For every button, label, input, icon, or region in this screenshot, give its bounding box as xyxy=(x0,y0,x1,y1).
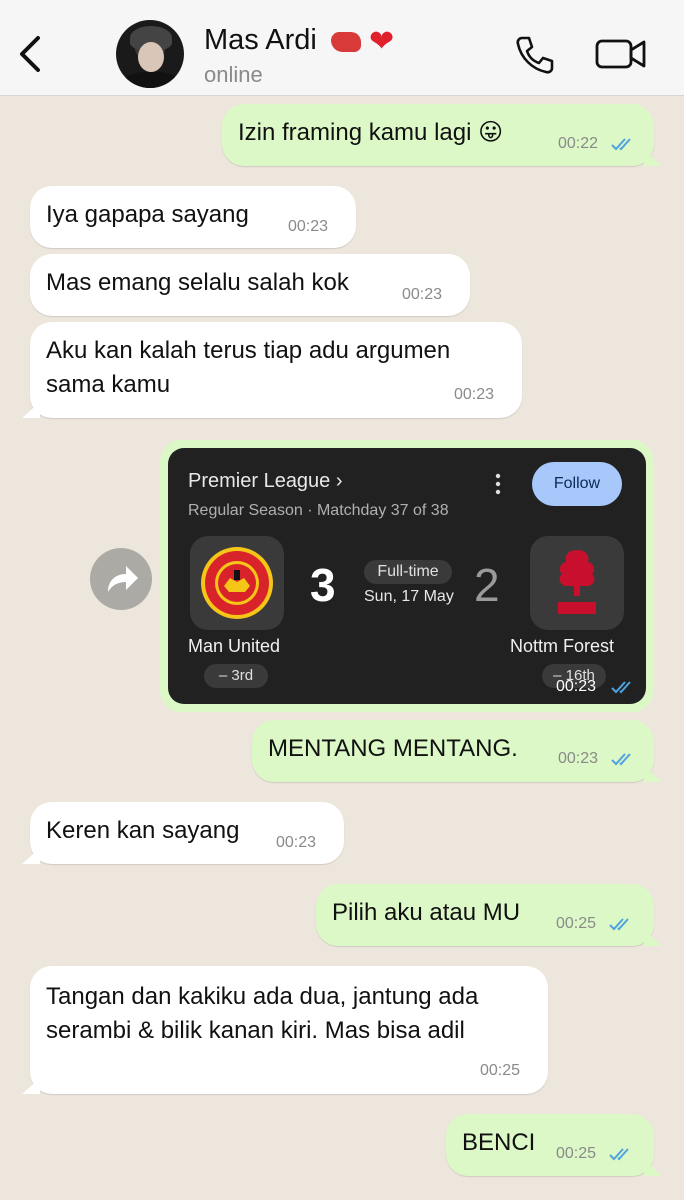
contact-name: Mas Ardi xyxy=(204,24,317,57)
message-bubble-incoming[interactable]: Keren kan sayang 00:23 xyxy=(22,802,344,864)
chat-header: Mas Ardi ❤ online xyxy=(0,0,684,96)
back-arrow-icon[interactable] xyxy=(14,32,46,76)
phone-call-icon[interactable] xyxy=(514,34,556,76)
season-info: Regular Season · Matchday 37 of 38 xyxy=(188,502,449,519)
contact-status: online xyxy=(204,62,263,87)
contact-avatar[interactable] xyxy=(116,20,184,88)
card-time: 00:23 xyxy=(556,678,597,695)
match-card-bubble[interactable]: Premier League › Regular Season · Matchd… xyxy=(160,440,654,712)
double-check-icon xyxy=(609,1148,629,1161)
home-team-rank: – 3rd xyxy=(204,664,268,688)
message-text-line: serambi & bilik kanan kiri. Mas bisa adi… xyxy=(46,1017,465,1044)
message-time: 00:23 xyxy=(402,286,443,303)
video-call-icon[interactable] xyxy=(594,36,648,72)
message-text: Mas emang selalu salah kok xyxy=(46,269,349,296)
away-team-logo-box xyxy=(530,536,624,630)
home-score: 3 xyxy=(310,559,336,611)
message-text-line: Aku kan kalah terus tiap adu argumen xyxy=(46,337,451,364)
match-date: Sun, 17 May xyxy=(364,588,454,605)
message-text: Iya gapapa sayang xyxy=(46,201,249,228)
league-title[interactable]: Premier League › xyxy=(188,470,343,493)
contact-name-row[interactable]: Mas Ardi ❤ xyxy=(204,24,394,59)
match-status: Full-time xyxy=(364,560,452,584)
message-text: BENCI xyxy=(462,1129,536,1156)
message-time: 00:23 xyxy=(288,218,329,235)
message-bubble-incoming[interactable]: Iya gapapa sayang 00:23 xyxy=(30,186,356,248)
message-time: 00:23 xyxy=(276,834,317,851)
home-team-name: Man United xyxy=(188,636,281,656)
message-bubble-outgoing[interactable]: BENCI 00:25 xyxy=(446,1114,662,1176)
message-bubble-incoming[interactable]: Aku kan kalah terus tiap adu argumen sam… xyxy=(22,322,522,418)
message-time: 00:23 xyxy=(558,750,599,767)
boxing-glove-icon xyxy=(330,31,361,52)
more-options-icon[interactable] xyxy=(493,472,503,496)
message-text-line: Tangan dan kakiku ada dua, jantung ada xyxy=(46,983,479,1010)
double-check-icon xyxy=(609,918,629,931)
message-text: Pilih aku atau MU xyxy=(332,899,521,926)
message-time: 00:23 xyxy=(454,386,495,403)
message-bubble-outgoing[interactable]: Pilih aku atau MU 00:25 xyxy=(316,884,662,946)
message-time: 00:22 xyxy=(558,135,599,152)
message-bubble-incoming[interactable]: Tangan dan kakiku ada dua, jantung ada s… xyxy=(22,966,548,1094)
message-bubble-outgoing[interactable]: MENTANG MENTANG. 00:23 xyxy=(252,720,662,782)
double-check-icon xyxy=(611,681,631,694)
forward-button[interactable] xyxy=(90,548,152,610)
message-bubble-outgoing[interactable]: Izin framing kamu lagi 😛 00:22 xyxy=(222,104,662,166)
message-text-line: sama kamu xyxy=(46,371,171,398)
home-team-logo-box xyxy=(190,536,284,630)
away-team-name: Nottm Forest xyxy=(510,636,615,656)
message-text: Keren kan sayang xyxy=(46,817,240,844)
message-time: 00:25 xyxy=(556,915,597,932)
message-bubble-incoming[interactable]: Mas emang selalu salah kok 00:23 xyxy=(30,254,470,316)
message-text: Izin framing kamu lagi 😛 xyxy=(238,119,504,146)
man-united-crest-icon xyxy=(201,547,273,619)
match-card[interactable]: Premier League › Regular Season · Matchd… xyxy=(168,448,646,704)
away-score: 2 xyxy=(474,559,500,611)
message-time: 00:25 xyxy=(480,1062,521,1079)
message-time: 00:25 xyxy=(556,1145,597,1162)
double-check-icon xyxy=(611,138,631,151)
message-text: MENTANG MENTANG. xyxy=(268,735,518,762)
double-check-icon xyxy=(611,753,631,766)
follow-button[interactable]: Follow xyxy=(532,462,622,506)
forward-arrow-icon xyxy=(108,566,138,592)
heart-icon: ❤ xyxy=(368,25,395,58)
nottm-forest-crest-icon xyxy=(558,550,596,614)
